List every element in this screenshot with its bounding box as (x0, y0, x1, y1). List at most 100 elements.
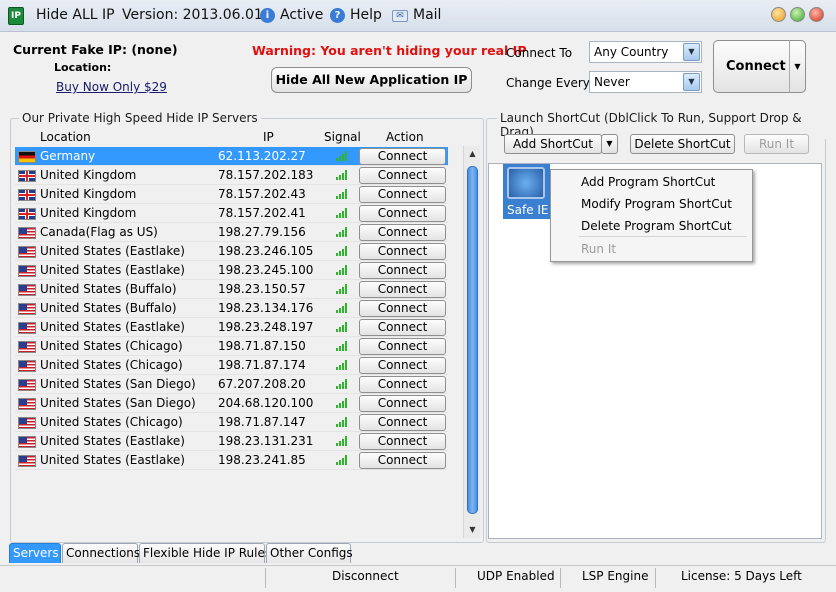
context-menu: Add Program ShortCut Modify Program Shor… (550, 169, 753, 262)
connect-to-label: Connect To (506, 46, 573, 60)
server-location: Canada(Flag as US) (40, 225, 158, 239)
server-connect-button[interactable]: Connect (359, 148, 446, 165)
server-location: United States (Eastlake) (40, 263, 185, 277)
connect-to-select[interactable]: Any Country ▼ (589, 41, 702, 63)
signal-icon (336, 189, 347, 199)
server-ip: 198.23.134.176 (218, 301, 314, 315)
menu-delete-program-shortcut[interactable]: Delete Program ShortCut (581, 219, 732, 233)
signal-icon (336, 284, 347, 294)
app-version: Version: 2013.06.01 (122, 7, 263, 23)
buy-now-link[interactable]: Buy Now Only $29 (56, 80, 167, 94)
server-connect-button[interactable]: Connect (359, 186, 446, 203)
server-location: United Kingdom (40, 187, 137, 201)
scroll-down-icon[interactable]: ▼ (465, 522, 480, 538)
server-row[interactable]: United Kingdom 78.157.202.41 Connect (15, 204, 448, 223)
add-shortcut-dropdown[interactable]: ▼ (601, 134, 618, 154)
hide-all-new-app-ip-button[interactable]: Hide All New Application IP (271, 67, 472, 93)
server-row[interactable]: United States (Eastlake) 198.23.241.85 Con… (15, 451, 448, 470)
server-location: United States (Eastlake) (40, 320, 185, 334)
change-every-select[interactable]: Never ▼ (589, 71, 702, 93)
server-row[interactable]: United Kingdom 78.157.202.43 Connect (15, 185, 448, 204)
us-flag-icon (18, 246, 36, 258)
minimize-button[interactable] (771, 7, 786, 22)
app-logo-icon: IP (8, 7, 24, 25)
scrollbar-thumb[interactable] (467, 166, 478, 514)
menu-run-it[interactable]: Run It (581, 242, 616, 256)
server-connect-button[interactable]: Connect (359, 452, 446, 469)
us-flag-icon (18, 360, 36, 372)
server-row[interactable]: Germany 62.113.202.27 Connect (15, 147, 448, 166)
shortcut-label: Safe IE (507, 203, 549, 217)
server-row[interactable]: United States (Chicago) 198.71.87.150 Conn… (15, 337, 448, 356)
location-label: Location: (54, 61, 112, 74)
server-connect-button[interactable]: Connect (359, 357, 446, 374)
server-row[interactable]: United Kingdom 78.157.202.183 Connect (15, 166, 448, 185)
server-location: United States (Chicago) (40, 339, 183, 353)
column-location[interactable]: Location (40, 130, 91, 144)
server-connect-button[interactable]: Connect (359, 205, 446, 222)
server-location: United States (Eastlake) (40, 453, 185, 467)
server-connect-button[interactable]: Connect (359, 338, 446, 355)
server-connect-button[interactable]: Connect (359, 262, 446, 279)
status-bar: Disconnect UDP Enabled LSP Engine Licens… (0, 565, 836, 592)
column-ip[interactable]: IP (263, 130, 274, 144)
column-action[interactable]: Action (386, 130, 424, 144)
server-connect-button[interactable]: Connect (359, 376, 446, 393)
server-connect-button[interactable]: Connect (359, 224, 446, 241)
server-connect-button[interactable]: Connect (359, 433, 446, 450)
signal-icon (336, 246, 347, 256)
signal-icon (336, 265, 347, 275)
help-menu[interactable]: ? Help (330, 7, 382, 23)
status-license: License: 5 Days Left (681, 569, 802, 583)
active-menu[interactable]: i Active (260, 7, 323, 23)
current-fake-ip: Current Fake IP: (none) (13, 42, 178, 57)
change-every-label: Change Every (506, 76, 590, 90)
server-connect-button[interactable]: Connect (359, 395, 446, 412)
tab-flexible-hide-ip-rules[interactable]: Flexible Hide IP Rules (139, 543, 271, 563)
server-connect-button[interactable]: Connect (359, 300, 446, 317)
server-row[interactable]: United States (Chicago) 198.71.87.147 Conn… (15, 413, 448, 432)
add-shortcut-button[interactable]: Add ShortCut (504, 134, 602, 154)
menu-add-program-shortcut[interactable]: Add Program ShortCut (581, 175, 715, 189)
server-row[interactable]: United States (Eastlake) 198.23.246.105 Co… (15, 242, 448, 261)
server-row[interactable]: United States (San Diego) 204.68.120.100 C… (15, 394, 448, 413)
chevron-down-icon: ▼ (683, 43, 700, 61)
close-button[interactable] (809, 7, 824, 22)
tab-other-configs[interactable]: Other Configs (266, 543, 353, 563)
server-row[interactable]: United States (Chicago) 198.71.87.174 Conn… (15, 356, 448, 375)
tab-servers[interactable]: Servers (9, 543, 61, 563)
server-connect-button[interactable]: Connect (359, 414, 446, 431)
server-row[interactable]: Canada(Flag as US) 198.27.79.156 Connect (15, 223, 448, 242)
server-row[interactable]: United States (Buffalo) 198.23.150.57 Conn… (15, 280, 448, 299)
us-flag-icon (18, 379, 36, 391)
maximize-button[interactable] (790, 7, 805, 22)
server-connect-button[interactable]: Connect (359, 281, 446, 298)
server-connect-button[interactable]: Connect (359, 319, 446, 336)
delete-shortcut-button[interactable]: Delete ShortCut (630, 134, 735, 154)
server-ip: 198.23.150.57 (218, 282, 306, 296)
server-row[interactable]: United States (Eastlake) 198.23.131.231 Co… (15, 432, 448, 451)
de-flag-icon (18, 151, 36, 163)
server-row[interactable]: United States (Eastlake) 198.23.245.100 Co… (15, 261, 448, 280)
menu-separator (579, 236, 747, 237)
server-ip: 198.23.245.100 (218, 263, 314, 277)
menu-modify-program-shortcut[interactable]: Modify Program ShortCut (581, 197, 732, 211)
server-ip: 78.157.202.41 (218, 206, 306, 220)
server-ip: 62.113.202.27 (218, 149, 306, 163)
us-flag-icon (18, 398, 36, 410)
tab-connections[interactable]: Connections (62, 543, 140, 563)
server-row[interactable]: United States (San Diego) 67.207.208.20 Co… (15, 375, 448, 394)
column-signal[interactable]: Signal (324, 130, 361, 144)
server-connect-button[interactable]: Connect (359, 243, 446, 260)
connect-dropdown-button[interactable]: ▼ (789, 40, 806, 93)
internet-explorer-icon (507, 167, 545, 199)
run-it-button[interactable]: Run It (744, 134, 809, 154)
scroll-up-icon[interactable]: ▲ (465, 146, 480, 162)
mail-menu[interactable]: ✉ Mail (392, 7, 441, 23)
server-row[interactable]: United States (Eastlake) 198.23.248.197 Co… (15, 318, 448, 337)
server-row[interactable]: United States (Buffalo) 198.23.134.176 Con… (15, 299, 448, 318)
server-location: United States (Chicago) (40, 415, 183, 429)
us-flag-icon (18, 265, 36, 277)
server-list-scrollbar[interactable]: ▲ ▼ (463, 146, 480, 538)
server-connect-button[interactable]: Connect (359, 167, 446, 184)
